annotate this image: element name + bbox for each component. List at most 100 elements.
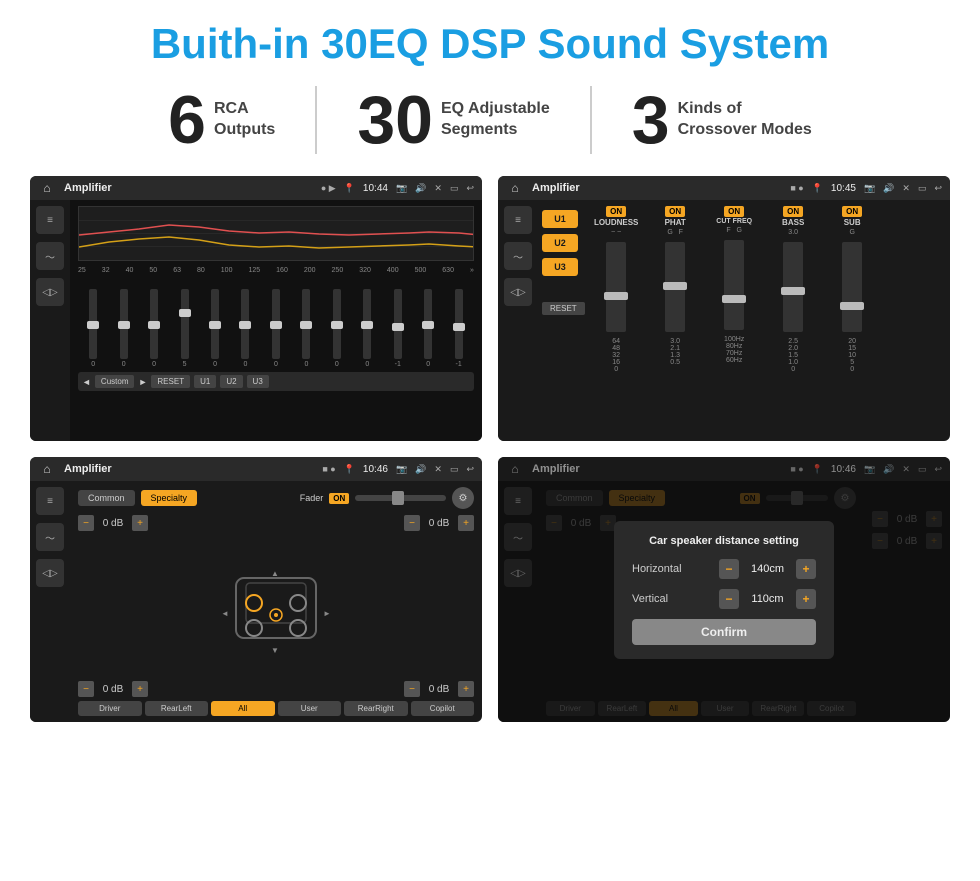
screen1-main: 25 32 40 50 63 80 100 125 160 200 250 32… xyxy=(70,200,482,441)
page-title: Buith-in 30EQ DSP Sound System xyxy=(30,20,950,68)
vol-fl-minus[interactable]: − xyxy=(78,515,94,531)
screen3-top: Common Specialty Fader ON ⚙ xyxy=(78,487,474,509)
vol-fr-minus[interactable]: − xyxy=(404,515,420,531)
vertical-label: Vertical xyxy=(632,593,692,605)
dot-icon-3: ■ ● xyxy=(322,464,335,474)
volume-icon: 🔊 xyxy=(415,183,426,194)
screen2-title: Amplifier xyxy=(532,182,782,194)
user-btn[interactable]: User xyxy=(278,701,342,716)
wave-btn[interactable]: 〜 xyxy=(36,242,64,270)
channel-loudness: ON LOUDNESS ~~ 64 48 xyxy=(589,206,644,435)
reset-btn[interactable]: RESET xyxy=(151,375,190,388)
u2-preset-btn[interactable]: U2 xyxy=(542,234,578,252)
speaker-btn-2[interactable]: ◁▷ xyxy=(504,278,532,306)
settings-icon[interactable]: ⚙ xyxy=(452,487,474,509)
confirm-button[interactable]: Confirm xyxy=(632,619,816,645)
vertical-plus-btn[interactable]: + xyxy=(796,589,816,609)
speaker-btn[interactable]: ◁▷ xyxy=(36,278,64,306)
location-icon-3: 📍 xyxy=(344,464,355,475)
screen3-content: ≡ 〜 ◁▷ Common Specialty Fader ON xyxy=(30,481,482,722)
rearright-btn[interactable]: RearRight xyxy=(344,701,408,716)
vol-rr-minus[interactable]: − xyxy=(404,681,420,697)
vol-rr-plus[interactable]: + xyxy=(458,681,474,697)
screen-crossover: ⌂ Amplifier ■ ● 📍 10:46 📷 🔊 ✕ ▭ ↩ ≡ 〜 ◁▷ xyxy=(30,457,482,722)
vol-rl-minus[interactable]: − xyxy=(78,681,94,697)
horizontal-plus-btn[interactable]: + xyxy=(796,559,816,579)
dialog-vertical-row: Vertical − 110cm + xyxy=(632,589,816,609)
bass-fader[interactable] xyxy=(783,242,803,332)
vol-fr-plus[interactable]: + xyxy=(458,515,474,531)
horizontal-minus-btn[interactable]: − xyxy=(719,559,739,579)
all-btn[interactable]: All xyxy=(211,701,275,716)
home-icon-2[interactable]: ⌂ xyxy=(506,179,524,197)
eq-freq-labels: 25 32 40 50 63 80 100 125 160 200 250 32… xyxy=(78,267,474,274)
vol-rl-plus[interactable]: + xyxy=(132,681,148,697)
vol-row-bottom: − 0 dB + − 0 dB + xyxy=(78,681,474,697)
eq-slider-8: 0 xyxy=(302,289,310,368)
screen-dialog: ⌂ Amplifier ■ ● 📍 10:46 📷 🔊 ✕ ▭ ↩ ≡ 〜 ◁▷ xyxy=(498,457,950,722)
screens-grid: ⌂ Amplifier ● ▶ 📍 10:44 📷 🔊 ✕ ▭ ↩ ≡ 〜 ◁▷ xyxy=(30,176,950,722)
dialog-horizontal-row: Horizontal − 140cm + xyxy=(632,559,816,579)
speaker-btn-3[interactable]: ◁▷ xyxy=(36,559,64,587)
camera-icon-3: 📷 xyxy=(396,464,407,475)
cutfreq-fader[interactable] xyxy=(724,240,744,330)
svg-text:◄: ◄ xyxy=(221,609,229,618)
camera-icon-2: 📷 xyxy=(864,183,875,194)
driver-btn[interactable]: Driver xyxy=(78,701,142,716)
horizontal-value: 140cm xyxy=(745,563,790,575)
home-icon-3[interactable]: ⌂ xyxy=(38,460,56,478)
screen2-sidebar: ≡ 〜 ◁▷ xyxy=(498,200,538,441)
wave-btn-2[interactable]: 〜 xyxy=(504,242,532,270)
vol-rr: − 0 dB + xyxy=(404,681,474,697)
home-icon[interactable]: ⌂ xyxy=(38,179,56,197)
camera-icon: 📷 xyxy=(396,183,407,194)
dot-icon-2: ■ ● xyxy=(790,183,803,193)
specialty-tab[interactable]: Specialty xyxy=(141,490,198,506)
eq-btn-3[interactable]: ≡ xyxy=(36,487,64,515)
rect-icon: ▭ xyxy=(450,183,459,194)
u2-btn[interactable]: U2 xyxy=(220,375,242,388)
x-icon-3: ✕ xyxy=(434,464,442,475)
eq-slider-5: 0 xyxy=(211,289,219,368)
eq-svg xyxy=(79,207,473,260)
reset-amp-btn[interactable]: RESET xyxy=(542,302,585,315)
rearleft-btn[interactable]: RearLeft xyxy=(145,701,209,716)
eq-btn[interactable]: ≡ xyxy=(36,206,64,234)
location-icon: 📍 xyxy=(344,183,355,194)
next-arrow[interactable]: ► xyxy=(138,377,147,387)
screen1-sidebar: ≡ 〜 ◁▷ xyxy=(30,200,70,441)
loudness-fader[interactable] xyxy=(606,242,626,332)
eq-btn-2[interactable]: ≡ xyxy=(504,206,532,234)
common-tab[interactable]: Common xyxy=(78,490,135,506)
screen2-time: 10:45 xyxy=(831,183,856,194)
volume-icon-2: 🔊 xyxy=(883,183,894,194)
stat-rca: 6 RCAOutputs xyxy=(128,86,317,154)
eq-sliders: 0 0 0 5 xyxy=(78,278,474,368)
stat-number-rca: 6 xyxy=(168,86,206,154)
eq-slider-6: 0 xyxy=(241,289,249,368)
prev-arrow[interactable]: ◄ xyxy=(82,377,91,387)
vertical-minus-btn[interactable]: − xyxy=(719,589,739,609)
u3-preset-btn[interactable]: U3 xyxy=(542,258,578,276)
location-icon-2: 📍 xyxy=(812,183,823,194)
u3-btn[interactable]: U3 xyxy=(247,375,269,388)
wave-btn-3[interactable]: 〜 xyxy=(36,523,64,551)
stat-label-rca: RCAOutputs xyxy=(214,99,275,141)
rect-icon-3: ▭ xyxy=(450,464,459,475)
stat-eq: 30 EQ AdjustableSegments xyxy=(317,86,591,154)
u1-btn[interactable]: U1 xyxy=(194,375,216,388)
stat-number-crossover: 3 xyxy=(632,86,670,154)
back-icon-3: ↩ xyxy=(466,464,474,475)
copilot-btn[interactable]: Copilot xyxy=(411,701,475,716)
phat-fader[interactable] xyxy=(665,242,685,332)
fader-track[interactable] xyxy=(355,495,446,501)
eq-slider-9: 0 xyxy=(333,289,341,368)
stats-row: 6 RCAOutputs 30 EQ AdjustableSegments 3 … xyxy=(30,86,950,154)
preset-custom-btn[interactable]: Custom xyxy=(95,375,135,388)
u1-preset-btn[interactable]: U1 xyxy=(542,210,578,228)
x-icon: ✕ xyxy=(434,183,442,194)
screen3-time: 10:46 xyxy=(363,464,388,475)
sub-fader[interactable] xyxy=(842,242,862,332)
screen2-bar: ⌂ Amplifier ■ ● 📍 10:45 📷 🔊 ✕ ▭ ↩ xyxy=(498,176,950,200)
vol-fl-plus[interactable]: + xyxy=(132,515,148,531)
